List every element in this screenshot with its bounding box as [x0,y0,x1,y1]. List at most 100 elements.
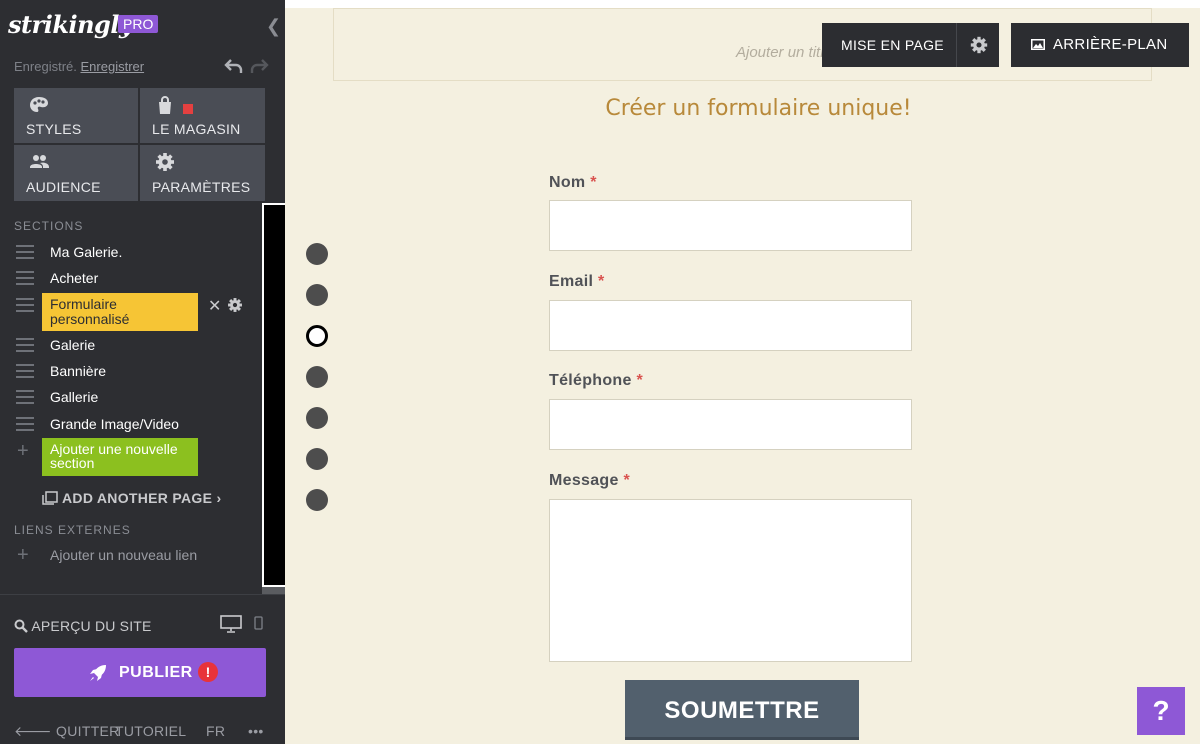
name-label: Nom * [549,174,597,191]
store-notification-dot [183,104,193,114]
layout-settings-button[interactable] [956,23,999,67]
quit-button[interactable]: 🡐 QUITTER [14,723,120,740]
delete-section-icon[interactable]: ✕ [208,296,221,316]
add-page-button[interactable]: ADD ANOTHER PAGE › [42,490,221,506]
drag-handle-icon[interactable] [16,338,34,352]
submit-button[interactable]: SOUMETTRE [625,680,859,740]
save-status-text: Enregistré. [14,59,77,74]
name-input[interactable] [549,200,912,251]
add-page-label: ADD ANOTHER PAGE [62,490,213,506]
section-item-gallerie[interactable]: Gallerie [0,385,285,411]
drag-handle-icon[interactable] [16,245,34,259]
palette-icon [30,97,48,112]
section-label: Formulaire personnalisé [50,296,130,327]
drag-handle-icon[interactable] [16,390,34,404]
language-button[interactable]: FR [206,723,225,739]
message-label: Message * [549,472,630,489]
page-canvas: Ajouter un titre. MISE EN PAGE ARRIÈRE-P… [285,0,1200,744]
plus-icon: + [17,544,29,566]
gear-icon [156,153,174,171]
settings-label: PARAMÈTRES [152,179,251,195]
collapse-sidebar-icon[interactable]: ❮ [266,16,281,37]
email-label: Email * [549,273,605,290]
rocket-icon [90,665,106,681]
message-textarea[interactable] [549,499,912,662]
section-label: Galerie [50,337,96,353]
section-nav-dot[interactable] [306,284,328,306]
quit-label: QUITTER [56,723,120,739]
email-input[interactable] [549,300,912,351]
background-button[interactable]: ARRIÈRE-PLAN [1011,23,1189,67]
section-nav-dot[interactable] [306,448,328,470]
save-status: Enregistré. Enregistrer [14,59,144,74]
undo-icon[interactable] [224,56,244,76]
add-link-button[interactable]: Ajouter un nouveau lien [50,548,200,562]
publish-label: PUBLIER [119,664,193,681]
section-nav-dot[interactable] [306,366,328,388]
drag-handle-icon[interactable] [16,298,34,312]
drag-handle-icon[interactable] [16,364,34,378]
drag-handle-icon[interactable] [16,417,34,431]
add-section-button[interactable]: Ajouter une nouvelle section [42,438,198,476]
people-icon [30,155,49,168]
pages-icon [42,491,58,505]
section-label: Acheter [50,270,99,286]
scrollbar-track [262,587,285,594]
plus-icon: + [17,440,29,462]
search-icon [14,619,28,633]
top-border [285,0,1200,8]
audience-button[interactable]: AUDIENCE [14,145,138,201]
redo-icon[interactable] [249,56,269,76]
sidebar-scrollbar[interactable] [262,203,285,587]
chevron-right-icon: › [216,490,222,506]
image-icon [1031,39,1045,50]
section-item-grande-image[interactable]: Grande Image/Video [0,412,285,438]
styles-button[interactable]: STYLES [14,88,138,143]
form-title[interactable]: Créer un formulaire unique! [285,96,1072,121]
preview-label: APERÇU DU SITE [31,618,152,634]
add-section-label: Ajouter une nouvelle section [50,441,178,471]
section-item-galerie[interactable]: Galerie [0,333,285,359]
desktop-icon[interactable] [220,615,242,633]
sections-heading: SECTIONS [14,219,84,233]
phone-input[interactable] [549,399,912,450]
section-label: Gallerie [50,389,99,405]
layout-button[interactable]: MISE EN PAGE [822,23,956,67]
main-menu-grid: STYLES LE MAGASIN AUDIENCE PARAMÈTRES [14,88,265,201]
warning-icon: ! [198,662,218,682]
mobile-icon[interactable] [254,616,263,630]
section-item-formulaire[interactable]: Formulaire personnalisé ✕ [0,293,285,333]
tutorial-button[interactable]: TUTORIEL [115,723,186,739]
editor-sidebar: strikingly PRO ❮ Enregistré. Enregistrer… [0,0,285,744]
section-settings-icon[interactable] [226,296,244,314]
preview-site-button[interactable]: APERÇU DU SITE [14,618,152,634]
divider [0,594,285,595]
section-item-ma-galerie[interactable]: Ma Galerie. [0,240,285,266]
section-label: Ma Galerie. [50,244,123,260]
more-options-button[interactable]: ••• [248,723,264,739]
pro-badge: PRO [118,15,159,33]
strikingly-logo: strikingly [8,10,133,39]
audience-label: AUDIENCE [26,179,101,195]
publish-button[interactable]: PUBLIER ! [14,648,266,697]
form-title-text: Créer un formulaire unique! [605,96,912,121]
drag-handle-icon[interactable] [16,271,34,285]
section-nav-dot[interactable] [306,407,328,429]
settings-button[interactable]: PARAMÈTRES [140,145,265,201]
store-label: LE MAGASIN [152,121,241,137]
arrow-left-icon: 🡐 [14,723,52,739]
help-button[interactable]: ? [1137,687,1185,735]
section-nav-dot-active[interactable] [306,325,328,347]
section-item-acheter[interactable]: Acheter [0,266,285,292]
section-label: Bannière [50,363,107,379]
section-item-banniere[interactable]: Bannière [0,359,285,385]
section-nav-dot[interactable] [306,243,328,265]
styles-label: STYLES [26,121,82,137]
phone-label: Téléphone * [549,372,643,389]
section-nav-dot[interactable] [306,489,328,511]
section-label: Grande Image/Video [50,416,179,432]
background-label: ARRIÈRE-PLAN [1053,36,1168,53]
external-links-heading: LIENS EXTERNES [14,523,131,537]
store-button[interactable]: LE MAGASIN [140,88,265,143]
save-link[interactable]: Enregistrer [81,59,145,74]
